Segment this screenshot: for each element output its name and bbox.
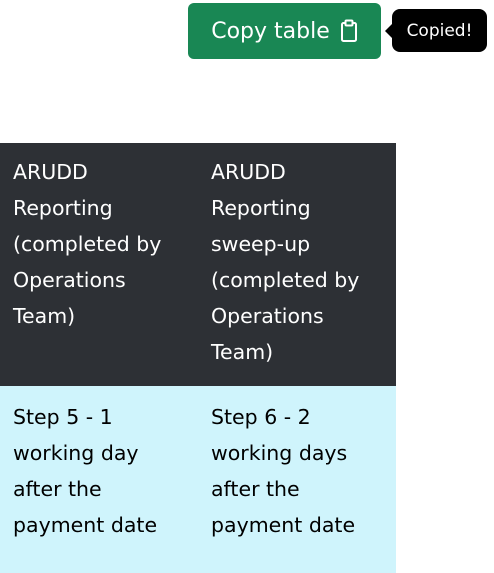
- column-header: ARUDD Reporting (completed by Operations…: [0, 143, 198, 386]
- table-header-row: ARUDD Reporting (completed by Operations…: [0, 143, 396, 386]
- table-row: Step 5 - 1 working day after the payment…: [0, 386, 396, 573]
- table-cell: Step 5 - 1 working day after the payment…: [0, 386, 198, 573]
- copy-table-button[interactable]: Copy table: [188, 3, 381, 59]
- clipboard-icon: [340, 19, 357, 42]
- column-header: ARUDD Reporting sweep-up (completed by O…: [198, 143, 396, 386]
- tooltip-text: Copied!: [406, 20, 473, 41]
- copied-tooltip: Copied!: [385, 9, 487, 52]
- copy-table-label: Copy table: [211, 18, 330, 44]
- table-cell: Step 6 - 2 working days after the paymen…: [198, 386, 396, 573]
- data-table: ARUDD Reporting (completed by Operations…: [0, 143, 396, 573]
